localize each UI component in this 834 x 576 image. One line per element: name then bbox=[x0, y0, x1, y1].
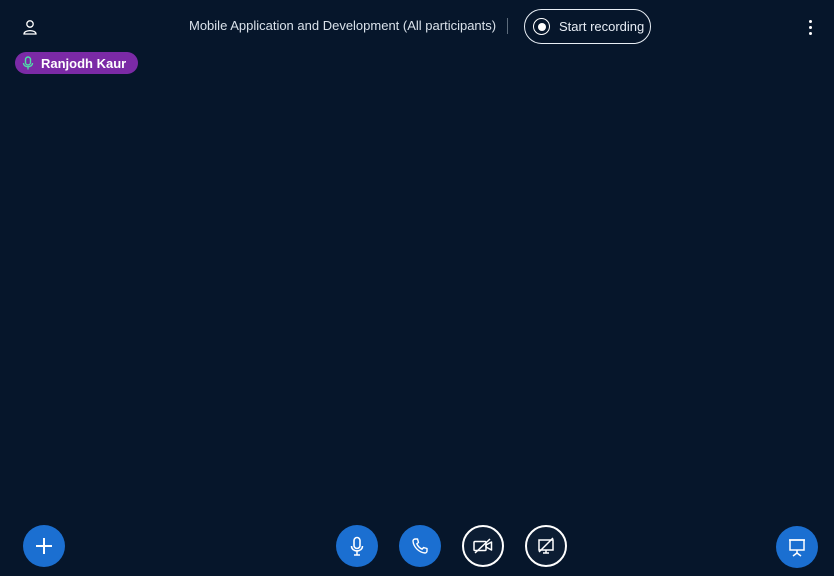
talking-indicator[interactable]: Ranjodh Kaur bbox=[15, 52, 139, 74]
start-recording-button[interactable]: Start recording bbox=[524, 9, 651, 44]
microphone-icon bbox=[21, 56, 35, 70]
plus-icon bbox=[36, 538, 52, 554]
restore-presentation-button[interactable] bbox=[776, 526, 818, 568]
share-screen-button[interactable] bbox=[525, 525, 567, 567]
user-list-toggle[interactable] bbox=[18, 15, 42, 39]
options-menu-button[interactable] bbox=[800, 16, 820, 38]
mute-button[interactable] bbox=[336, 525, 378, 567]
phone-icon bbox=[412, 538, 428, 554]
actions-button[interactable] bbox=[23, 525, 65, 567]
user-icon bbox=[23, 20, 37, 35]
meeting-title: Mobile Application and Development (All … bbox=[189, 18, 497, 33]
presentation-area bbox=[0, 80, 834, 510]
record-label: Start recording bbox=[559, 19, 645, 34]
record-icon bbox=[533, 18, 550, 35]
presentation-icon bbox=[789, 539, 805, 557]
more-vertical-icon bbox=[808, 19, 812, 23]
talker-name: Ranjodh Kaur bbox=[41, 55, 127, 71]
leave-audio-button[interactable] bbox=[399, 525, 441, 567]
video-off-icon bbox=[473, 538, 493, 554]
title-divider bbox=[507, 18, 508, 34]
screenshare-off-icon bbox=[538, 537, 554, 554]
top-bar: Mobile Application and Development (All … bbox=[0, 0, 834, 52]
microphone-icon bbox=[350, 536, 364, 556]
share-webcam-button[interactable] bbox=[462, 525, 504, 567]
